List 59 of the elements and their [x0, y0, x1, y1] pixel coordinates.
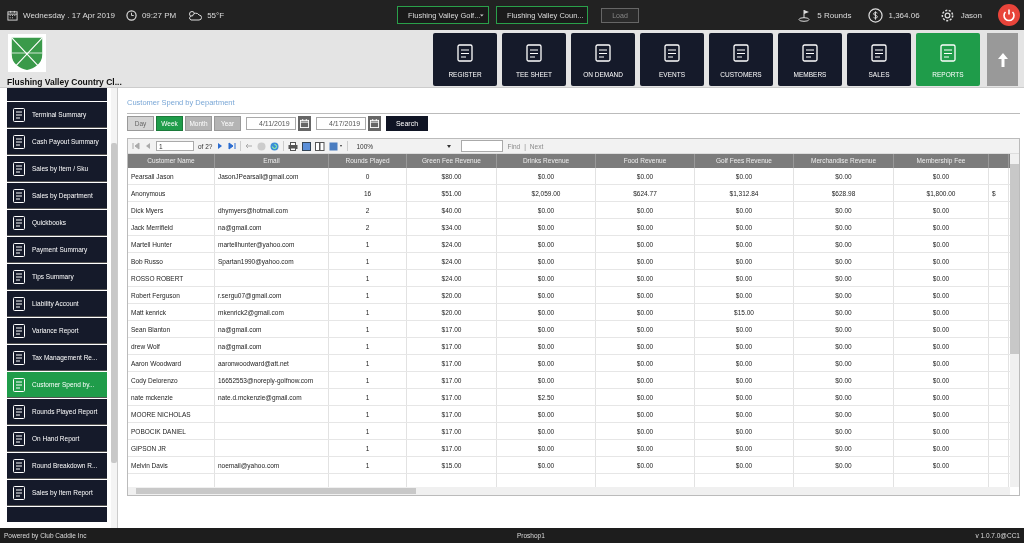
document-icon — [523, 42, 545, 64]
golf-flag-icon — [798, 8, 812, 22]
dollar-icon — [867, 7, 883, 23]
caret-icon — [447, 144, 452, 148]
scroll-up-button[interactable] — [987, 33, 1018, 86]
previous-page-icon[interactable] — [144, 142, 152, 150]
document-icon — [11, 268, 27, 285]
document-icon — [11, 403, 27, 420]
first-page-icon[interactable] — [132, 142, 140, 150]
last-page-icon[interactable] — [228, 142, 237, 150]
scrollbar[interactable] — [111, 88, 117, 528]
time-text: 09:27 PM — [141, 10, 177, 20]
document-icon — [11, 133, 27, 150]
clock-icon — [125, 9, 137, 21]
document-icon — [11, 160, 27, 177]
calendar-icon — [7, 9, 18, 21]
back-arrow-icon[interactable] — [245, 142, 254, 150]
calendar-button[interactable] — [368, 116, 381, 131]
document-icon — [11, 430, 27, 447]
find-field[interactable] — [461, 140, 504, 152]
document-icon — [11, 484, 27, 501]
cloud-sun-icon — [187, 9, 203, 21]
document-icon — [11, 187, 27, 204]
document-icon — [592, 42, 614, 64]
document-icon — [11, 376, 27, 393]
document-icon — [937, 42, 959, 64]
page-layout-icon[interactable] — [302, 141, 312, 151]
document-icon — [868, 42, 890, 64]
document-icon — [661, 42, 683, 64]
calendar-button[interactable] — [298, 116, 311, 131]
user-name: Jason — [960, 10, 982, 20]
settings-icon[interactable] — [939, 7, 955, 23]
power-icon[interactable] — [998, 4, 1020, 26]
document-icon — [730, 42, 752, 64]
refresh-icon[interactable] — [270, 141, 280, 151]
document-icon — [454, 42, 476, 64]
document-icon — [11, 295, 27, 312]
temperature-text: 55°F — [207, 10, 225, 20]
caret-icon — [480, 13, 484, 17]
document-icon — [11, 106, 27, 123]
scrollbar[interactable] — [1010, 154, 1019, 487]
document-icon — [11, 457, 27, 474]
shield-logo-icon — [7, 34, 47, 72]
club-name: Flushing Valley Country Cl... — [7, 77, 123, 87]
document-icon — [799, 42, 821, 64]
print-icon[interactable] — [288, 141, 299, 151]
document-icon — [11, 214, 27, 231]
calendar-icon — [370, 119, 379, 128]
scrollbar[interactable] — [128, 487, 1010, 495]
document-icon — [11, 241, 27, 258]
rounds-text: 5 Rounds — [817, 10, 852, 20]
document-icon — [11, 349, 27, 366]
calendar-icon — [300, 119, 309, 128]
page-setup-icon[interactable] — [315, 141, 326, 151]
up-arrow-icon — [996, 51, 1009, 68]
export-icon[interactable] — [329, 141, 344, 151]
date-text: Wednesday . 17 Apr 2019 — [23, 10, 115, 20]
balance-text: 1,364.06 — [888, 10, 920, 20]
document-icon — [11, 322, 27, 339]
